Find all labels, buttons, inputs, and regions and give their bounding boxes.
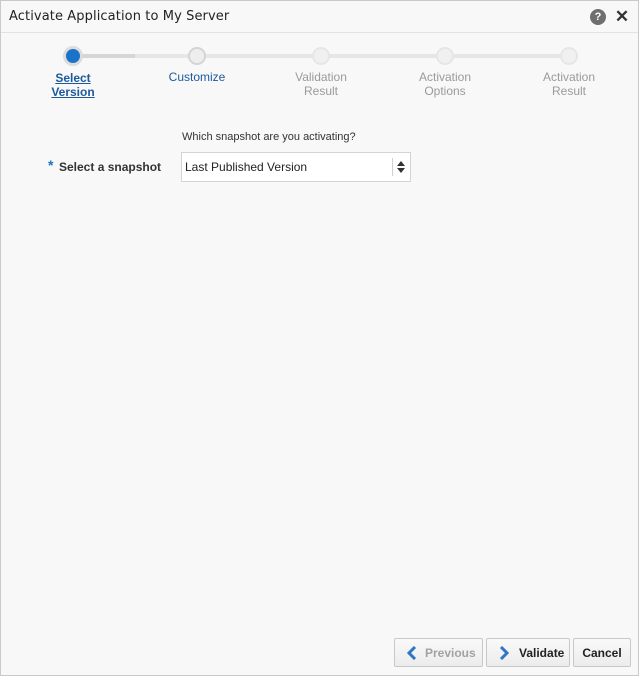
snapshot-select-value: Last Published Version [185,160,308,174]
snapshot-label: Select a snapshot [59,160,162,174]
snapshot-question: Which snapshot are you activating? [182,131,356,143]
step-label-select-version[interactable]: Select Version [28,71,118,99]
train-connector-3 [321,54,445,58]
snapshot-select[interactable]: Last Published Version [181,152,411,182]
step-label-validation-result: Validation Result [295,70,347,98]
cancel-button[interactable]: Cancel [573,638,631,667]
step-stop-customize[interactable] [188,47,206,65]
chevron-left-icon [406,645,417,660]
up-down-arrows-icon [397,161,405,173]
dialog-title: Activate Application to My Server [9,9,230,24]
step-label-customize[interactable]: Customize [152,70,242,84]
step-train: Select Version Customize Validation Resu… [1,45,639,105]
help-icon[interactable]: ? [590,9,606,25]
step-stop-select-version[interactable] [63,46,83,66]
select-divider [392,158,393,176]
previous-button[interactable]: Previous [394,638,483,667]
validate-button[interactable]: Validate [486,638,570,667]
train-connector-2 [197,54,321,58]
step-stop-validation-result [312,47,330,65]
step-label-activation-result: Activation Result [542,70,596,98]
cancel-label: Cancel [582,645,622,660]
required-marker: * [48,157,54,173]
close-icon[interactable]: ✕ [614,8,630,26]
train-connector-4 [445,54,569,58]
chevron-right-icon [499,645,510,660]
dialog-titlebar: Activate Application to My Server ? ✕ [1,1,638,33]
step-stop-activation-options [436,47,454,65]
activate-application-dialog: Activate Application to My Server ? ✕ Se… [0,0,639,676]
step-label-activation-options: Activation Options [418,70,472,98]
step-stop-activation-result [560,47,578,65]
previous-label: Previous [425,645,476,660]
validate-label: Validate [519,645,565,660]
